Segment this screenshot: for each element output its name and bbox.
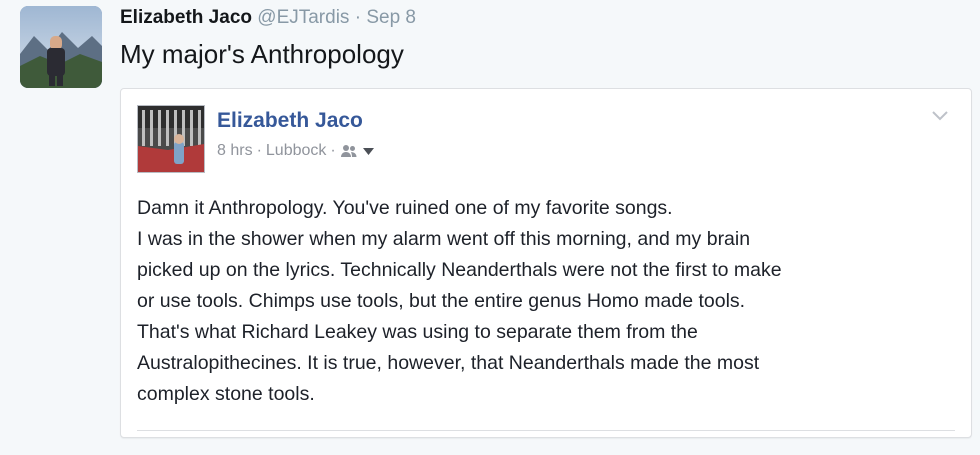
post-text-line: Australopithecines. It is true, however,… (137, 352, 760, 374)
tweet-text: My major's Anthropology (120, 39, 404, 69)
tweet-author-handle[interactable]: @EJTardis (257, 7, 349, 28)
meta-separator: · (256, 142, 262, 159)
facebook-post-text: Damn it Anthropology. You've ruined one … (137, 193, 957, 410)
tweet-separator: · (354, 7, 362, 28)
post-text-line: complex stone tools. (137, 383, 315, 405)
post-text-line: I was in the shower when my alarm went o… (137, 228, 751, 250)
facebook-post-time[interactable]: 8 hrs (217, 142, 253, 160)
facebook-author-avatar[interactable] (137, 105, 205, 173)
tweet-author-avatar[interactable] (20, 6, 102, 88)
facebook-post-card[interactable]: Elizabeth Jaco 8 hrs · Lubbock · Damn it… (120, 88, 972, 438)
facebook-author-name[interactable]: Elizabeth Jaco (217, 109, 363, 133)
facebook-post-location[interactable]: Lubbock (266, 142, 327, 160)
post-text-line: Damn it Anthropology. You've ruined one … (137, 197, 673, 219)
tweet-header: Elizabeth Jaco @EJTardis · Sep 8 (120, 4, 416, 32)
facebook-post-meta: 8 hrs · Lubbock · (217, 142, 374, 160)
post-text-line: That's what Richard Leakey was using to … (137, 321, 698, 343)
tweet-timestamp[interactable]: Sep 8 (366, 7, 416, 28)
tweet-author-name[interactable]: Elizabeth Jaco (120, 7, 252, 28)
chevron-down-icon[interactable] (931, 109, 949, 127)
post-text-line: or use tools. Chimps use tools, but the … (137, 290, 746, 312)
card-divider (137, 430, 955, 431)
friends-icon[interactable] (340, 144, 358, 158)
meta-separator: · (330, 142, 336, 159)
post-text-line: picked up on the lyrics. Technically Nea… (137, 259, 782, 281)
embedded-tweet: Elizabeth Jaco @EJTardis · Sep 8 My majo… (0, 0, 980, 455)
audience-dropdown-icon[interactable] (362, 147, 374, 155)
